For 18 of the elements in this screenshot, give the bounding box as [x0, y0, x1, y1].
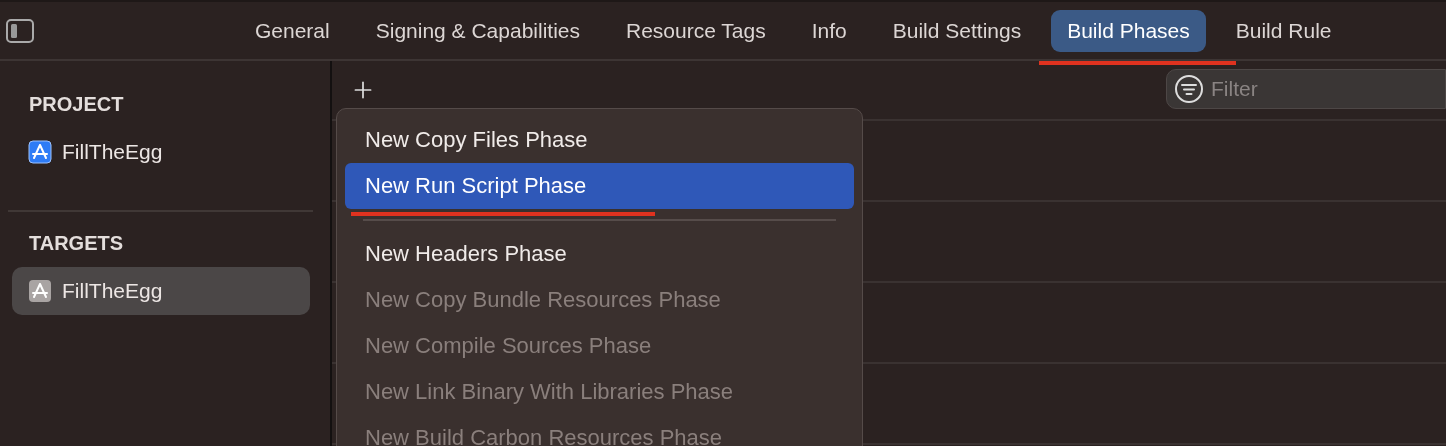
- tab[interactable]: Info: [795, 9, 863, 52]
- menu-item[interactable]: New Copy Files Phase: [345, 117, 854, 163]
- filter-icon: [1174, 74, 1204, 104]
- sidebar-item[interactable]: FillTheEgg: [12, 128, 310, 176]
- tab[interactable]: General: [239, 9, 346, 52]
- tab[interactable]: Signing & Capabilities: [359, 9, 596, 52]
- tab[interactable]: Build Settings: [876, 9, 1038, 52]
- tab[interactable]: Build Phases: [1051, 9, 1206, 52]
- menu-item[interactable]: New Headers Phase: [345, 231, 854, 277]
- section-heading: PROJECT: [28, 93, 125, 116]
- tab[interactable]: Resource Tags: [610, 9, 782, 52]
- filter-field[interactable]: Filter: [1166, 69, 1446, 109]
- sidebar-item[interactable]: FillTheEgg: [12, 267, 310, 315]
- sidebar-toggle-icon[interactable]: [6, 18, 34, 43]
- app-blueprint-icon: [28, 140, 52, 164]
- tab[interactable]: Build Rule: [1219, 9, 1348, 52]
- app-icon: [28, 279, 52, 303]
- section-heading: TARGETS: [28, 232, 125, 255]
